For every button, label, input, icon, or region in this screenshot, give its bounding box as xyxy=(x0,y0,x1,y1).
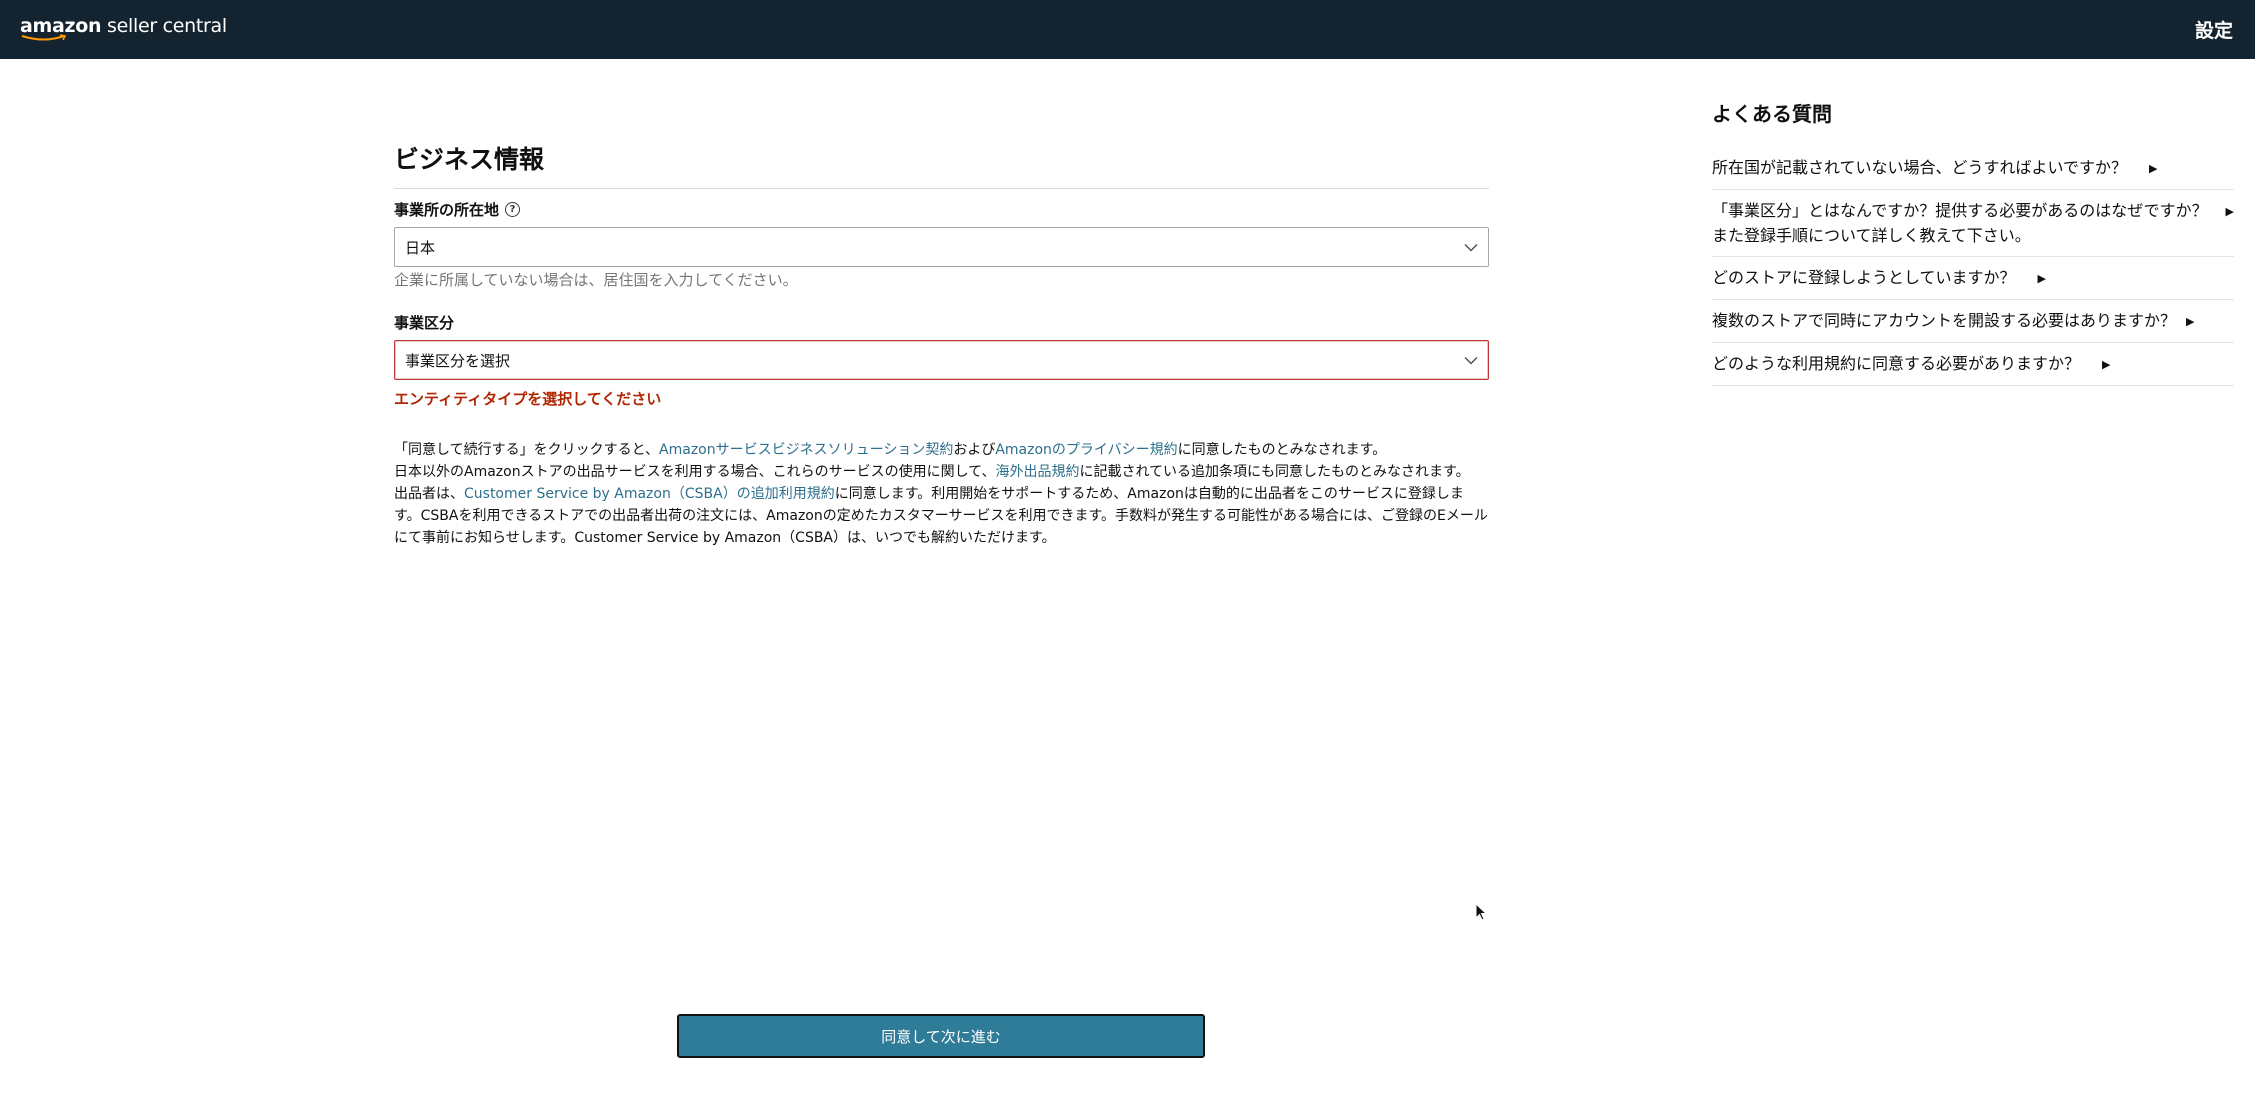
legal-text-span: に同意したものとみなされます。 xyxy=(1177,442,1387,458)
entity-label: 事業区分 xyxy=(394,312,1489,333)
amazon-smile-icon xyxy=(21,34,67,41)
agree-and-continue-button[interactable]: 同意して次に進む xyxy=(677,1014,1205,1058)
amazon-seller-central-logo[interactable]: amazon seller central xyxy=(20,17,227,42)
top-navigation-bar: amazon seller central 設定 xyxy=(0,0,2255,59)
csba-terms-link[interactable]: Customer Service by Amazon（CSBA）の追加利用規約 xyxy=(464,486,835,502)
faq-panel: よくある質問 所在国が記載されていない場合、どうすればよいですか？ ▶ 「事業区… xyxy=(1712,98,2234,386)
expand-arrow-icon: ▶ xyxy=(2102,358,2111,371)
entity-label-text: 事業区分 xyxy=(394,314,455,332)
location-hint: 企業に所属していない場合は、居住国を入力してください。 xyxy=(394,271,798,289)
legal-paragraph-1: 「同意して続行する」をクリックすると、Amazonサービスビジネスソリューション… xyxy=(394,439,1489,461)
entity-type-select[interactable]: 事業区分を選択 xyxy=(394,340,1489,380)
faq-question: 「事業区分」とはなんですか？提供する必要があるのはなぜですか？また登録手順につい… xyxy=(1712,201,2208,245)
faq-item[interactable]: どのような利用規約に同意する必要がありますか？ ▶ xyxy=(1712,343,2234,386)
legal-text-span: 出品者は、 xyxy=(394,486,464,502)
chevron-down-icon xyxy=(1464,356,1478,365)
legal-text: 「同意して続行する」をクリックすると、Amazonサービスビジネスソリューション… xyxy=(394,439,1489,549)
legal-text-span: に記載されている追加条項にも同意したものとみなされます。 xyxy=(1079,464,1470,480)
legal-paragraph-2: 日本以外のAmazonストアの出品サービスを利用する場合、これらのサービスの使用… xyxy=(394,461,1489,483)
business-solutions-agreement-link[interactable]: Amazonサービスビジネスソリューション契約 xyxy=(659,442,953,458)
chevron-down-icon xyxy=(1464,243,1478,252)
location-label-text: 事業所の所在地 xyxy=(394,201,500,219)
mouse-pointer-icon xyxy=(1475,903,1487,921)
settings-link[interactable]: 設定 xyxy=(2195,16,2233,43)
legal-paragraph-3: 出品者は、Customer Service by Amazon（CSBA）の追加… xyxy=(394,483,1489,549)
entity-error-message: エンティティタイプを選択してください xyxy=(394,390,662,408)
faq-question: 所在国が記載されていない場合、どうすればよいですか？ xyxy=(1712,158,2128,177)
faq-item[interactable]: どのストアに登録しようとしていますか？ ▶ xyxy=(1712,257,2234,300)
expand-arrow-icon: ▶ xyxy=(2225,205,2234,218)
location-label: 事業所の所在地 ? xyxy=(394,199,1489,220)
location-select[interactable]: 日本 xyxy=(394,227,1489,267)
faq-question: どのような利用規約に同意する必要がありますか？ xyxy=(1712,354,2081,373)
faq-item[interactable]: 複数のストアで同時にアカウントを開設する必要はありますか？ ▶ xyxy=(1712,300,2234,343)
expand-arrow-icon: ▶ xyxy=(2149,162,2158,175)
business-info-form: ビジネス情報 事業所の所在地 ? 日本 企業に所属していない場合は、居住国を入力… xyxy=(394,140,1489,549)
faq-item[interactable]: 「事業区分」とはなんですか？提供する必要があるのはなぜですか？また登録手順につい… xyxy=(1712,190,2234,257)
expand-arrow-icon: ▶ xyxy=(2037,272,2046,285)
faq-question: 複数のストアで同時にアカウントを開設する必要はありますか？ xyxy=(1712,311,2177,330)
legal-text-span: および xyxy=(953,442,996,458)
title-divider xyxy=(394,188,1489,189)
faq-title: よくある質問 xyxy=(1712,102,1832,126)
legal-text-span: 「同意して続行する」をクリックすると、 xyxy=(394,442,660,458)
location-select-value: 日本 xyxy=(405,238,436,257)
expand-arrow-icon: ▶ xyxy=(2186,315,2195,328)
entity-select-value: 事業区分を選択 xyxy=(405,351,511,370)
faq-question: どのストアに登録しようとしていますか？ xyxy=(1712,268,2016,287)
faq-item[interactable]: 所在国が記載されていない場合、どうすればよいですか？ ▶ xyxy=(1712,147,2234,190)
question-circle-icon[interactable]: ? xyxy=(505,202,521,217)
international-selling-terms-link[interactable]: 海外出品規約 xyxy=(995,464,1079,480)
privacy-notice-link[interactable]: Amazonのプライバシー規約 xyxy=(995,442,1177,458)
page-title: ビジネス情報 xyxy=(394,145,545,174)
logo-suffix: seller central xyxy=(101,15,227,37)
legal-text-span: 日本以外のAmazonストアの出品サービスを利用する場合、これらのサービスの使用… xyxy=(394,464,996,480)
